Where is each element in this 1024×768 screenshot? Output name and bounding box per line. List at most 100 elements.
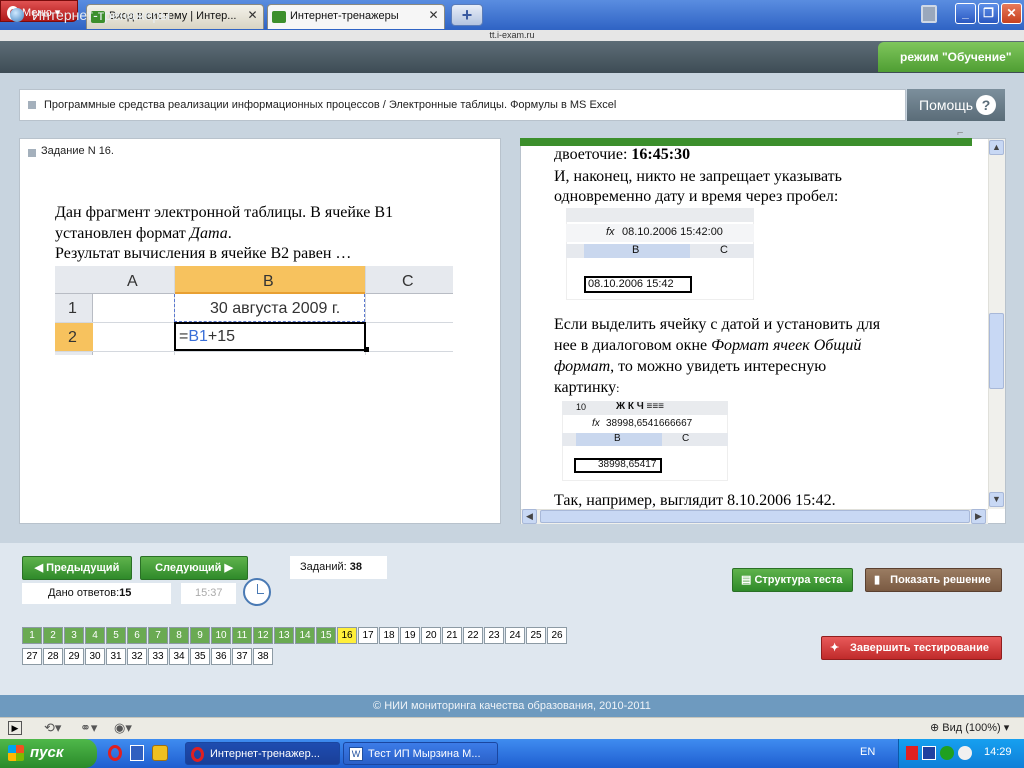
security-icon[interactable] bbox=[940, 746, 954, 760]
question-mark-icon[interactable]: ? bbox=[976, 95, 996, 115]
question-number-16[interactable]: 16 bbox=[337, 627, 357, 644]
question-number-20[interactable]: 20 bbox=[421, 627, 441, 644]
zoom-control[interactable]: ⊕ Вид (100%) ▾ bbox=[930, 721, 1009, 734]
scroll-thumb[interactable] bbox=[540, 510, 970, 523]
structure-label: Структура теста bbox=[754, 574, 843, 586]
question-number-30[interactable]: 30 bbox=[85, 648, 105, 665]
hint-text: , то можно увидеть интересную bbox=[610, 358, 827, 375]
previous-button[interactable]: ◀ Предыдущий bbox=[22, 556, 132, 580]
question-number-9[interactable]: 9 bbox=[190, 627, 210, 644]
question-number-18[interactable]: 18 bbox=[379, 627, 399, 644]
close-window-button[interactable]: ✕ bbox=[1001, 3, 1022, 24]
question-number-6[interactable]: 6 bbox=[127, 627, 147, 644]
solution-label: Показать решение bbox=[890, 574, 991, 586]
question-number-4[interactable]: 4 bbox=[85, 627, 105, 644]
question-number-38[interactable]: 38 bbox=[253, 648, 273, 665]
scroll-thumb[interactable] bbox=[989, 313, 1004, 389]
opera-icon bbox=[191, 747, 204, 762]
question-number-31[interactable]: 31 bbox=[106, 648, 126, 665]
cell-b1-value: 30 августа 2009 г. bbox=[210, 300, 341, 317]
question-number-1[interactable]: 1 bbox=[22, 627, 42, 644]
sync-icon[interactable]: ⟲▾ bbox=[44, 720, 61, 736]
app-title: Интернет-тренажеры bbox=[32, 7, 171, 23]
test-structure-button[interactable]: ▤ Структура теста bbox=[732, 568, 853, 592]
question-number-21[interactable]: 21 bbox=[442, 627, 462, 644]
fill-handle bbox=[364, 347, 369, 352]
question-number-23[interactable]: 23 bbox=[484, 627, 504, 644]
grid-line bbox=[55, 351, 453, 352]
question-number-7[interactable]: 7 bbox=[148, 627, 168, 644]
question-number-15[interactable]: 15 bbox=[316, 627, 336, 644]
tasks-count-box: Заданий: 38 bbox=[290, 556, 387, 579]
question-number-34[interactable]: 34 bbox=[169, 648, 189, 665]
browser-statusbar bbox=[0, 717, 1024, 739]
taskbar-item-word[interactable]: W Тест ИП Мырзина М... bbox=[343, 742, 498, 765]
column-header-c: C bbox=[682, 433, 690, 444]
question-number-12[interactable]: 12 bbox=[253, 627, 273, 644]
question-number-17[interactable]: 17 bbox=[358, 627, 378, 644]
language-indicator[interactable]: EN bbox=[860, 746, 875, 758]
address-bar[interactable]: tt.i-exam.ru bbox=[0, 30, 1024, 41]
tab-trainers[interactable]: Интернет-тренажеры ✕ bbox=[267, 4, 445, 29]
scroll-right-arrow-icon[interactable]: ▶ bbox=[971, 509, 986, 524]
panel-toggle-icon[interactable]: ▶ bbox=[8, 721, 22, 735]
minimize-button[interactable]: _ bbox=[955, 3, 976, 24]
network-icon[interactable] bbox=[922, 746, 936, 760]
save-quicklaunch-icon[interactable] bbox=[130, 745, 144, 761]
opera-quicklaunch-icon[interactable] bbox=[108, 745, 122, 761]
turbo-icon[interactable]: ◉▾ bbox=[114, 720, 132, 736]
question-number-37[interactable]: 37 bbox=[232, 648, 252, 665]
trash-icon[interactable] bbox=[921, 5, 937, 23]
scroll-down-arrow-icon[interactable]: ▼ bbox=[989, 492, 1004, 507]
question-number-27[interactable]: 27 bbox=[22, 648, 42, 665]
question-number-35[interactable]: 35 bbox=[190, 648, 210, 665]
close-icon[interactable]: ✕ bbox=[427, 9, 440, 22]
question-number-33[interactable]: 33 bbox=[148, 648, 168, 665]
share-icon[interactable]: ⚭▾ bbox=[80, 720, 97, 736]
formula-rest: +15 bbox=[207, 328, 236, 345]
runner-icon: ✦ bbox=[830, 642, 840, 654]
question-number-5[interactable]: 5 bbox=[106, 627, 126, 644]
new-tab-button[interactable]: + bbox=[451, 4, 483, 26]
question-number-19[interactable]: 19 bbox=[400, 627, 420, 644]
question-number-2[interactable]: 2 bbox=[43, 627, 63, 644]
font-size-field: 10 bbox=[576, 402, 587, 412]
question-number-29[interactable]: 29 bbox=[64, 648, 84, 665]
restore-button[interactable]: ❐ bbox=[978, 3, 999, 24]
taskbar-item-opera[interactable]: Интернет-тренажер... bbox=[185, 742, 340, 765]
formula-value: 38998,6541666667 bbox=[606, 418, 693, 429]
hint-line: нее в диалоговом окне Формат ячеек Общий bbox=[554, 337, 861, 355]
question-number-13[interactable]: 13 bbox=[274, 627, 294, 644]
question-number-11[interactable]: 11 bbox=[232, 627, 252, 644]
antivirus-icon[interactable] bbox=[906, 746, 918, 760]
question-number-26[interactable]: 26 bbox=[547, 627, 567, 644]
question-number-10[interactable]: 10 bbox=[211, 627, 231, 644]
scroll-up-arrow-icon[interactable]: ▲ bbox=[989, 140, 1004, 155]
close-icon[interactable]: ✕ bbox=[246, 9, 259, 22]
volume-icon[interactable] bbox=[958, 746, 972, 760]
clock-icon bbox=[243, 578, 271, 606]
app-header bbox=[0, 41, 1024, 73]
next-button[interactable]: Следующий ▶ bbox=[140, 556, 248, 580]
hint-line: двоеточие: 16:45:30 bbox=[554, 146, 690, 164]
question-number-24[interactable]: 24 bbox=[505, 627, 525, 644]
finish-testing-button[interactable]: ✦ Завершить тестирование bbox=[821, 636, 1002, 660]
question-number-25[interactable]: 25 bbox=[526, 627, 546, 644]
clock-quicklaunch-icon[interactable] bbox=[152, 745, 168, 761]
question-number-22[interactable]: 22 bbox=[463, 627, 483, 644]
question-number-8[interactable]: 8 bbox=[169, 627, 189, 644]
question-number-32[interactable]: 32 bbox=[127, 648, 147, 665]
show-solution-button[interactable]: ▮ Показать решение bbox=[865, 568, 1002, 592]
question-number-36[interactable]: 36 bbox=[211, 648, 231, 665]
column-header-b: B bbox=[614, 433, 621, 444]
taskbar-item-label: Тест ИП Мырзина М... bbox=[368, 748, 481, 760]
hint-panel-header bbox=[520, 138, 972, 146]
hint-italic: Формат ячеек Общий bbox=[711, 337, 862, 354]
triangle-right-icon: ▶ bbox=[221, 562, 233, 574]
question-number-28[interactable]: 28 bbox=[43, 648, 63, 665]
scroll-left-arrow-icon[interactable]: ◀ bbox=[522, 509, 537, 524]
question-number-3[interactable]: 3 bbox=[64, 627, 84, 644]
start-button[interactable]: пуск bbox=[0, 739, 97, 768]
toolbar-strip bbox=[566, 208, 754, 222]
question-number-14[interactable]: 14 bbox=[295, 627, 315, 644]
